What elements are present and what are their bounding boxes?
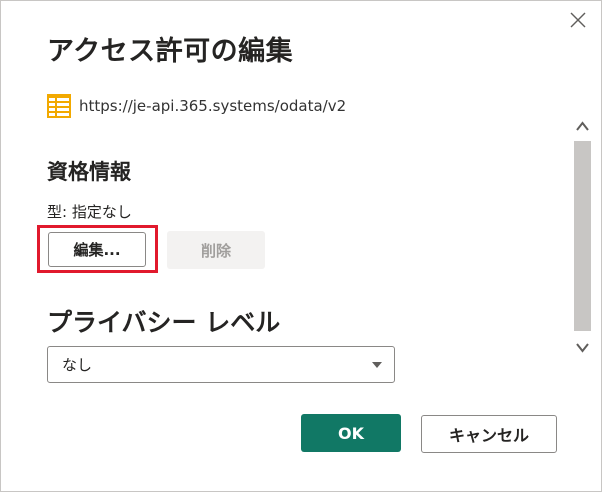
edit-permissions-dialog: アクセス許可の編集 https://je-api.365.systems/oda…: [0, 0, 602, 492]
chevron-up-icon: [576, 121, 589, 131]
privacy-level-value: なし: [62, 356, 93, 374]
scroll-up-button[interactable]: [575, 115, 590, 137]
scrollbar-thumb[interactable]: [574, 141, 591, 331]
data-source-row: https://je-api.365.systems/odata/v2: [47, 94, 346, 118]
close-button[interactable]: [567, 9, 589, 31]
odata-feed-icon: [47, 94, 71, 118]
edit-credentials-button[interactable]: 編集...: [48, 232, 146, 267]
cancel-button[interactable]: キャンセル: [421, 415, 557, 453]
credential-type-text: 型: 指定なし: [47, 203, 132, 221]
caret-down-icon: [372, 362, 382, 368]
data-source-url: https://je-api.365.systems/odata/v2: [79, 97, 347, 115]
vertical-scrollbar[interactable]: [574, 91, 591, 383]
credentials-heading: 資格情報: [47, 160, 131, 184]
privacy-level-dropdown[interactable]: なし: [47, 346, 395, 383]
chevron-down-icon: [576, 343, 589, 353]
close-icon: [570, 12, 586, 28]
dialog-title: アクセス許可の編集: [47, 36, 294, 67]
delete-credentials-button: 削除: [167, 231, 265, 269]
scroll-down-button[interactable]: [575, 337, 590, 359]
ok-button[interactable]: OK: [301, 414, 401, 452]
privacy-level-heading: プライバシー レベル: [47, 308, 281, 337]
